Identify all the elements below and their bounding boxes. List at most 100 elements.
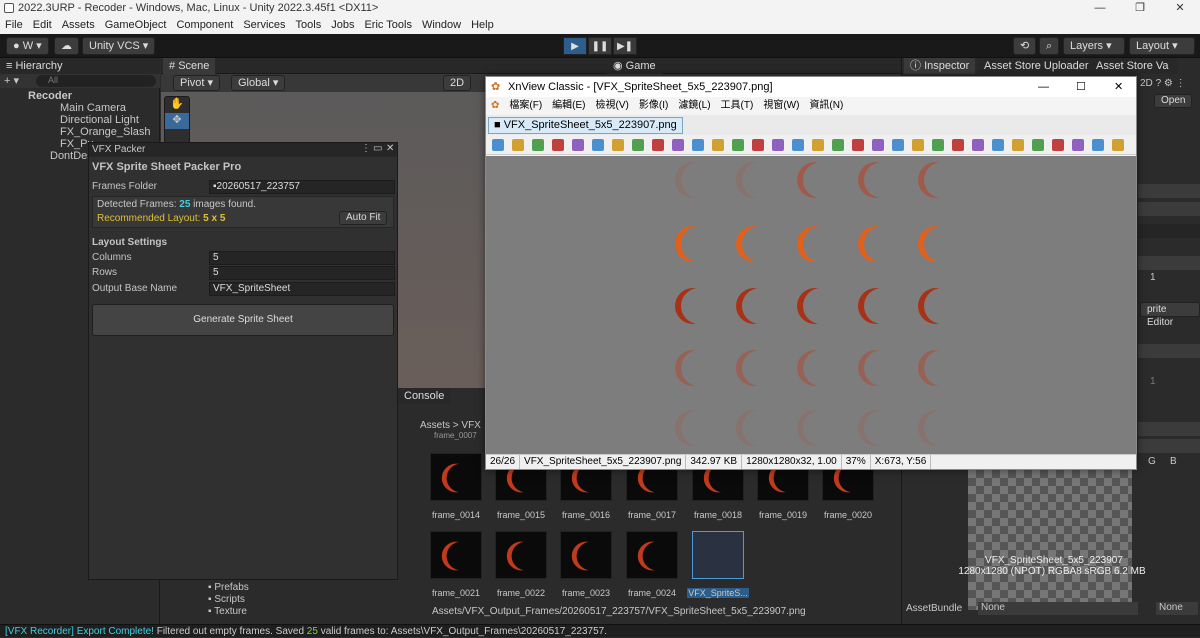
- console-tab[interactable]: Console: [398, 388, 451, 404]
- unity-vcs-button[interactable]: Unity VCS ▾: [82, 37, 156, 55]
- scene-tab[interactable]: # Scene: [163, 58, 216, 74]
- asset-thumbnail-label[interactable]: frame_0020: [817, 510, 879, 520]
- cloud-icon[interactable]: ☁: [54, 37, 79, 55]
- menu-window[interactable]: Window: [417, 17, 466, 34]
- inspector-dropdown-3[interactable]: [1138, 256, 1200, 270]
- xnview-tool-icon[interactable]: [652, 139, 664, 151]
- asset-thumbnail[interactable]: [430, 453, 482, 501]
- hierarchy-item-camera[interactable]: Main Camera: [0, 102, 160, 114]
- step-icon[interactable]: ▶❚: [613, 37, 637, 55]
- asset-store-va-tab[interactable]: Asset Store Va: [1090, 58, 1178, 74]
- menu-services[interactable]: Services: [238, 17, 290, 34]
- layers-dropdown[interactable]: Layers ▾: [1063, 37, 1125, 55]
- xnview-menu-filter[interactable]: 濾鏡(L): [673, 97, 715, 115]
- xnview-tool-icon[interactable]: [912, 139, 924, 151]
- xnview-tool-icon[interactable]: [992, 139, 1004, 151]
- asset-thumbnail[interactable]: [560, 531, 612, 579]
- xnview-menu-edit[interactable]: 編輯(E): [547, 97, 590, 115]
- xnview-tool-icon[interactable]: [1072, 139, 1084, 151]
- hierarchy-tab[interactable]: ≡ Hierarchy: [0, 58, 160, 74]
- asset-thumbnail-label[interactable]: frame_0014: [425, 510, 487, 520]
- asset-thumbnail[interactable]: [430, 531, 482, 579]
- menu-file[interactable]: File: [0, 17, 28, 34]
- xnview-tool-icon[interactable]: [732, 139, 744, 151]
- vfx-packer-tab[interactable]: VFX Packer: [92, 144, 145, 155]
- inspector-dropdown-6[interactable]: [1138, 439, 1200, 453]
- xnview-menu-image[interactable]: 影像(I): [634, 97, 673, 115]
- xnview-tool-icon[interactable]: [892, 139, 904, 151]
- xnview-menu-window[interactable]: 視窗(W): [758, 97, 804, 115]
- history-icon[interactable]: ⟲: [1013, 37, 1037, 55]
- inspector-tab[interactable]: ⓘ Inspector: [904, 58, 976, 74]
- frames-folder-field[interactable]: ▪20260517_223757: [209, 180, 395, 194]
- asset-thumbnail-label[interactable]: frame_0015: [490, 510, 552, 520]
- move-tool-icon[interactable]: ✥: [165, 113, 189, 129]
- xnview-tool-icon[interactable]: [972, 139, 984, 151]
- asset-thumbnail-label[interactable]: frame_0018: [687, 510, 749, 520]
- xnview-tool-icon[interactable]: [952, 139, 964, 151]
- xnview-tool-icon[interactable]: [712, 139, 724, 151]
- search-icon[interactable]: ⌕: [1039, 37, 1060, 55]
- mode-2d-button[interactable]: 2D: [443, 75, 472, 91]
- menu-component[interactable]: Component: [171, 17, 238, 34]
- open-button[interactable]: Open: [1154, 94, 1193, 108]
- xnview-tool-icon[interactable]: [572, 139, 584, 151]
- minimize-icon[interactable]: —: [1080, 0, 1120, 17]
- menu-assets[interactable]: Assets: [57, 17, 100, 34]
- play-icon[interactable]: ▶: [563, 37, 587, 55]
- asset-thumbnail[interactable]: [626, 531, 678, 579]
- generate-sprite-sheet-button[interactable]: Generate Sprite Sheet: [92, 304, 394, 336]
- breadcrumb[interactable]: Assets > VFX: [420, 420, 481, 431]
- xnview-tool-icon[interactable]: [812, 139, 824, 151]
- sprite-editor-button[interactable]: prite Editor: [1140, 302, 1200, 328]
- assetbundle-dropdown[interactable]: None: [978, 602, 1138, 615]
- menu-help[interactable]: Help: [466, 17, 499, 34]
- xnview-tool-icon[interactable]: [832, 139, 844, 151]
- hierarchy-item-light[interactable]: Directional Light: [0, 114, 160, 126]
- folder-texture[interactable]: ▪ Texture: [208, 606, 247, 617]
- pivot-dropdown[interactable]: Pivot ▾: [173, 75, 221, 91]
- maximize-icon[interactable]: ▭: [373, 143, 382, 154]
- pause-icon[interactable]: ❚❚: [588, 37, 612, 55]
- rows-field[interactable]: 5: [209, 266, 395, 280]
- menu-eric-tools[interactable]: Eric Tools: [359, 17, 416, 34]
- xnview-tool-icon[interactable]: [632, 139, 644, 151]
- asset-thumbnail-label[interactable]: frame_0023: [555, 588, 617, 598]
- inspector-field-1[interactable]: [1138, 224, 1200, 238]
- output-base-name-field[interactable]: VFX_SpriteSheet: [209, 282, 395, 296]
- xnview-tool-icon[interactable]: [512, 139, 524, 151]
- xnview-file-tab[interactable]: ■ VFX_SpriteSheet_5x5_223907.png: [488, 117, 683, 134]
- menu-edit[interactable]: Edit: [28, 17, 57, 34]
- close-icon[interactable]: ✕: [386, 143, 394, 154]
- xnview-tool-icon[interactable]: [592, 139, 604, 151]
- xnview-maximize-icon[interactable]: ☐: [1076, 77, 1086, 97]
- xnview-tool-icon[interactable]: [872, 139, 884, 151]
- xnview-close-icon[interactable]: ✕: [1114, 77, 1123, 97]
- layout-dropdown[interactable]: Layout ▾: [1129, 37, 1195, 55]
- folder-prefabs[interactable]: ▪ Prefabs: [208, 582, 249, 593]
- asset-thumbnail-label[interactable]: frame_0019: [752, 510, 814, 520]
- restore-icon[interactable]: ❐: [1120, 0, 1160, 17]
- columns-field[interactable]: 5: [209, 251, 395, 265]
- folder-scripts[interactable]: ▪ Scripts: [208, 594, 245, 605]
- xnview-tool-icon[interactable]: [1092, 139, 1104, 151]
- xnview-tool-icon[interactable]: [492, 139, 504, 151]
- menu-dots-icon[interactable]: ⋮: [361, 143, 371, 154]
- xnview-menu-tools[interactable]: 工具(T): [716, 97, 759, 115]
- channel-b-button[interactable]: B: [1170, 456, 1177, 467]
- hierarchy-item-fx-orange[interactable]: FX_Orange_Slash: [0, 126, 160, 138]
- close-icon[interactable]: ✕: [1160, 0, 1200, 17]
- xnview-menu-view[interactable]: 檢視(V): [591, 97, 634, 115]
- auto-fit-button[interactable]: Auto Fit: [339, 211, 388, 225]
- asset-thumbnail-label[interactable]: frame_0022: [490, 588, 552, 598]
- menu-jobs[interactable]: Jobs: [326, 17, 359, 34]
- xnview-menu-info[interactable]: 資訊(N): [804, 97, 848, 115]
- asset-thumbnail-label[interactable]: frame_0017: [621, 510, 683, 520]
- xnview-tool-icon[interactable]: [852, 139, 864, 151]
- xnview-tool-icon[interactable]: [752, 139, 764, 151]
- xnview-tool-icon[interactable]: [932, 139, 944, 151]
- asset-thumbnail-label[interactable]: frame_0024: [621, 588, 683, 598]
- xnview-tool-icon[interactable]: [692, 139, 704, 151]
- menu-gameobject[interactable]: GameObject: [100, 17, 172, 34]
- inspector-dropdown-1[interactable]: [1138, 184, 1200, 198]
